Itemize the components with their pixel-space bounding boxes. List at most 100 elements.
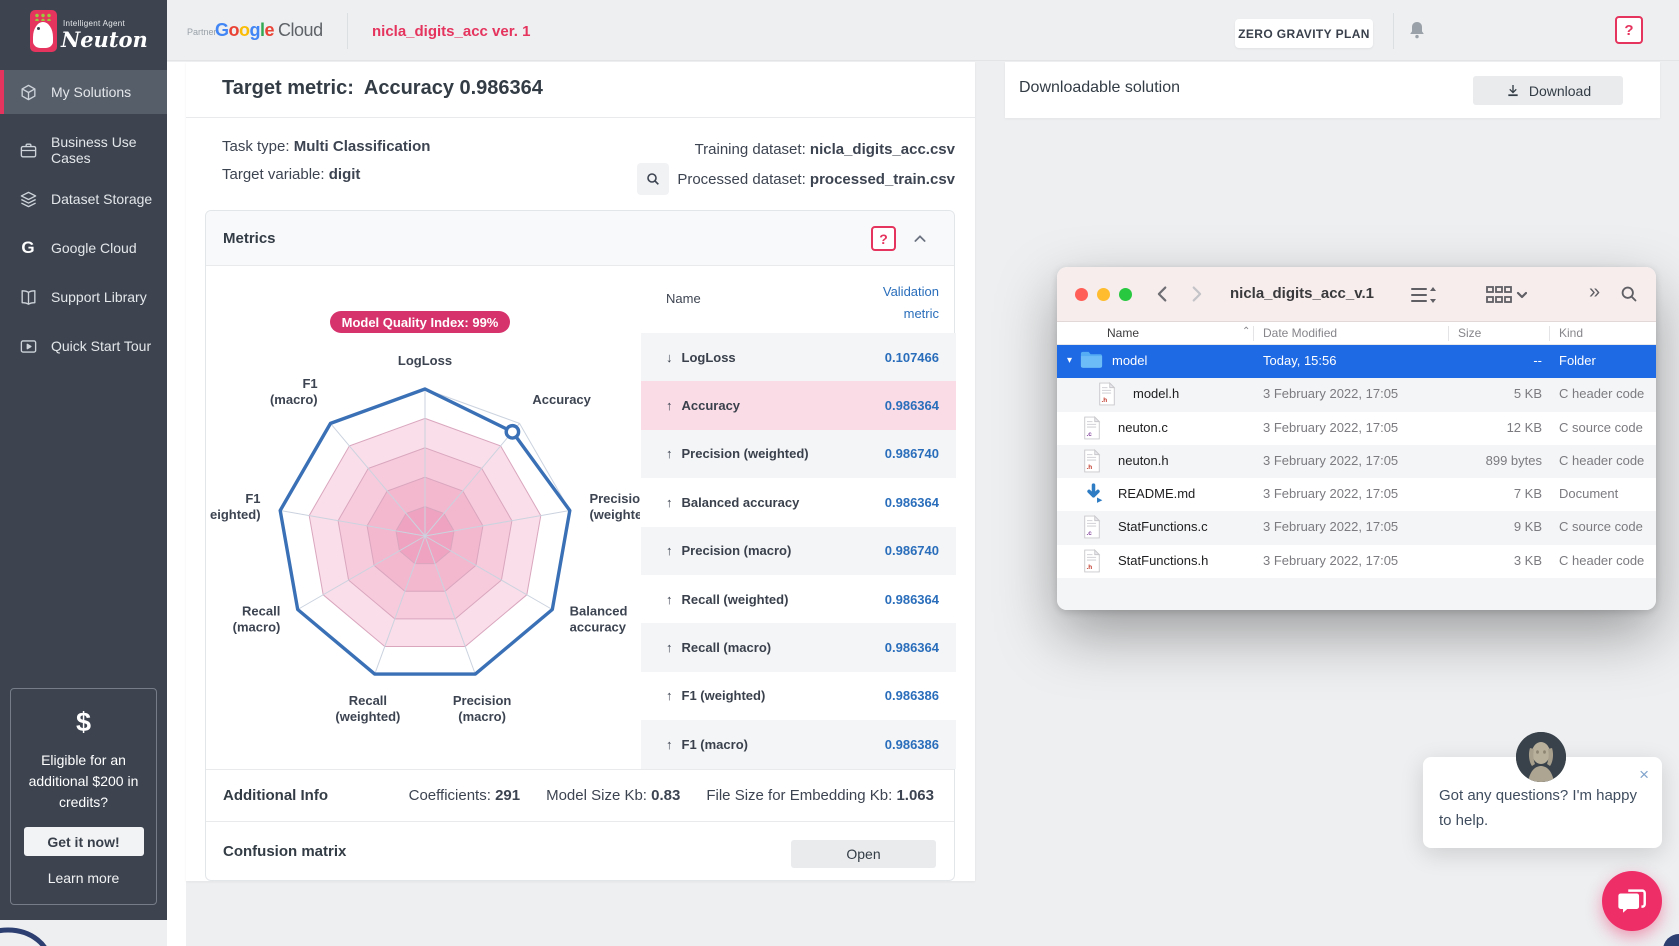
partner-label: Partner — [187, 27, 217, 37]
plan-button[interactable]: ZERO GRAVITY PLAN — [1235, 19, 1373, 48]
metric-value: 0.986364 — [885, 398, 939, 413]
target-variable-label: Target variable: — [222, 166, 329, 183]
metric-name: Balanced accuracy — [682, 495, 800, 510]
metrics-card: Metrics ? Model Quality Index: 99% LogLo… — [205, 210, 955, 881]
file-kind: C header code — [1559, 386, 1644, 401]
target-variable-value: digit — [329, 166, 361, 183]
sidebar-item-label: Google Cloud — [51, 240, 137, 256]
collapse-chevron-icon[interactable] — [912, 231, 928, 247]
support-agent-avatar — [1516, 732, 1566, 782]
download-button-label: Download — [1529, 83, 1591, 99]
forward-button[interactable] — [1185, 283, 1207, 305]
column-header-date[interactable]: Date Modified — [1263, 326, 1337, 340]
credits-promo-card: $ Eligible for an additional $200 in cre… — [10, 688, 157, 905]
processed-dataset-row: Processed dataset: processed_train.csv — [677, 171, 955, 188]
metric-row-recall-weighted-: ↑Recall (weighted)0.986364 — [641, 575, 956, 623]
google-cloud-logo: GoogleCloud — [215, 20, 323, 41]
file-kind: C source code — [1559, 420, 1643, 435]
finder-row-neuton-c[interactable]: .cneuton.c3 February 2022, 17:0512 KBC s… — [1057, 412, 1656, 445]
finder-row-model-h[interactable]: .hmodel.h3 February 2022, 17:055 KBC hea… — [1057, 378, 1656, 411]
metrics-help-button[interactable]: ? — [871, 226, 896, 251]
confusion-matrix-title: Confusion matrix — [223, 843, 346, 860]
back-button[interactable] — [1152, 283, 1174, 305]
svg-text:F1(macro): F1(macro) — [270, 376, 318, 407]
chat-message: Got any questions? I'm happy to help. — [1439, 783, 1644, 833]
file-kind: C header code — [1559, 453, 1644, 468]
svg-text:LogLoss: LogLoss — [398, 353, 452, 368]
close-window-button[interactable] — [1075, 288, 1088, 301]
group-view-icon[interactable] — [1485, 284, 1527, 306]
disclosure-chevron-icon[interactable]: ▾ — [1067, 355, 1072, 366]
minimize-window-button[interactable] — [1097, 288, 1110, 301]
arrow-up-icon: ↑ — [666, 495, 673, 510]
arrow-up-icon: ↑ — [666, 592, 673, 607]
arrow-up-icon: ↑ — [666, 543, 673, 558]
file-size: 7 KB — [1437, 486, 1542, 501]
arrow-up-icon: ↑ — [666, 737, 673, 752]
finder-search-icon[interactable] — [1619, 284, 1639, 304]
metric-value: 0.986386 — [885, 737, 939, 752]
finder-row-statfunctions-c[interactable]: .cStatFunctions.c3 February 2022, 17:059… — [1057, 511, 1656, 544]
get-it-now-button[interactable]: Get it now! — [24, 827, 144, 856]
notifications-bell-icon[interactable] — [1405, 18, 1429, 42]
sidebar-item-support-library[interactable]: Support Library — [0, 275, 167, 319]
chat-bubble-icon — [1616, 885, 1648, 917]
column-header-size[interactable]: Size — [1458, 326, 1481, 340]
google-icon: G — [18, 238, 38, 258]
file-icon: .h — [1082, 449, 1107, 474]
confusion-open-button[interactable]: Open — [791, 840, 936, 868]
briefcase-icon — [18, 140, 38, 160]
finder-row-readme-md[interactable]: README.md3 February 2022, 17:057 KBDocum… — [1057, 478, 1656, 511]
downloadable-solution-title: Downloadable solution — [1019, 79, 1180, 97]
dataset-search-button[interactable] — [637, 163, 669, 195]
svg-text:.c: .c — [1087, 531, 1093, 538]
metrics-card-header: Metrics ? — [206, 211, 954, 266]
column-divider — [1253, 326, 1254, 341]
learn-more-link[interactable]: Learn more — [11, 870, 156, 886]
sidebar: Intelligent Agent Neuton My Solutions Bus… — [0, 0, 167, 920]
search-icon — [645, 171, 661, 187]
sidebar-nav: My Solutions Business Use Cases Dataset St… — [0, 70, 167, 373]
finder-row-model[interactable]: ▾modelToday, 15:56--Folder — [1057, 345, 1656, 378]
list-view-icon[interactable] — [1409, 284, 1439, 306]
more-toolbar-icon[interactable]: » — [1589, 281, 1600, 304]
info-item: Coefficients: 291 — [409, 787, 520, 804]
sidebar-item-business-use-cases[interactable]: Business Use Cases — [0, 128, 167, 172]
target-metric-label: Target metric: — [222, 77, 354, 99]
file-size: 12 KB — [1437, 420, 1542, 435]
bird-icon — [33, 22, 53, 48]
package-icon — [18, 82, 38, 102]
sidebar-item-google-cloud[interactable]: G Google Cloud — [0, 226, 167, 270]
additional-info-values: Coefficients: 291Model Size Kb: 0.83File… — [409, 787, 934, 804]
chat-close-icon[interactable]: × — [1639, 765, 1649, 785]
zoom-window-button[interactable] — [1119, 288, 1132, 301]
file-size: 9 KB — [1437, 519, 1542, 534]
file-size: -- — [1437, 353, 1542, 368]
radar-chart: LogLossAccuracyPrecision(weightedBalance… — [210, 289, 640, 741]
metric-row-precision-macro-: ↑Precision (macro)0.986740 — [641, 527, 956, 575]
help-button[interactable]: ? — [1615, 16, 1643, 44]
finder-row-statfunctions-h[interactable]: .hStatFunctions.h3 February 2022, 17:053… — [1057, 545, 1656, 578]
dollar-icon: $ — [11, 707, 156, 738]
column-header-name[interactable]: Name — [1107, 326, 1139, 340]
metric-row-precision-weighted-: ↑Precision (weighted)0.986740 — [641, 430, 956, 478]
file-name: StatFunctions.h — [1118, 553, 1208, 568]
finder-titlebar[interactable]: nicla_digits_acc_v.1 » — [1057, 267, 1656, 322]
sidebar-item-label: Dataset Storage — [51, 191, 152, 207]
finder-row-neuton-h[interactable]: .hneuton.h3 February 2022, 17:05899 byte… — [1057, 445, 1656, 478]
column-divider — [1448, 326, 1449, 341]
decor-arc-left — [0, 920, 50, 946]
sidebar-item-dataset-storage[interactable]: Dataset Storage — [0, 177, 167, 221]
sidebar-item-quick-start-tour[interactable]: Quick Start Tour — [0, 324, 167, 368]
metric-row-recall-macro-: ↑Recall (macro)0.986364 — [641, 623, 956, 671]
training-dataset-row: Training dataset: nicla_digits_acc.csv — [695, 141, 955, 158]
svg-text:F1weighted): F1weighted) — [210, 491, 261, 522]
neuton-logo: Intelligent Agent Neuton — [0, 0, 167, 62]
chat-launcher-button[interactable] — [1602, 871, 1662, 931]
file-kind: C source code — [1559, 519, 1643, 534]
download-button[interactable]: Download — [1473, 76, 1623, 105]
decor-arc-right — [1655, 928, 1679, 946]
column-header-kind[interactable]: Kind — [1559, 326, 1583, 340]
sidebar-item-my-solutions[interactable]: My Solutions — [0, 70, 167, 114]
metric-name: Recall (weighted) — [682, 592, 789, 607]
